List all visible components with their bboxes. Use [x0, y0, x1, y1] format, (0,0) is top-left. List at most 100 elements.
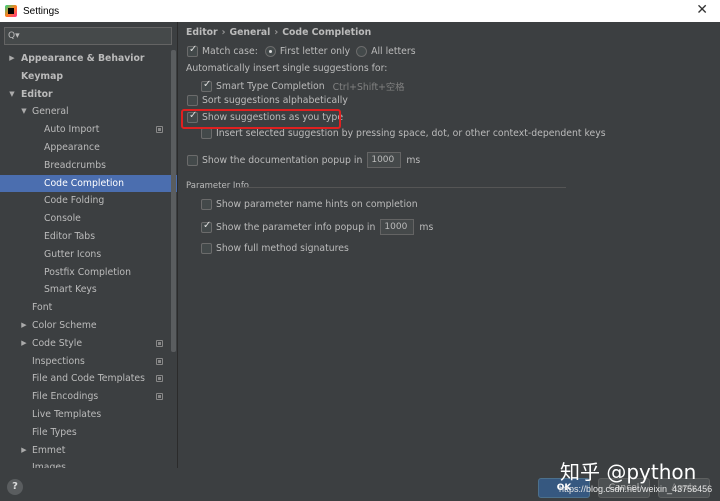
- smart-type-label: Smart Type Completion: [216, 80, 325, 92]
- help-icon[interactable]: ?: [7, 479, 23, 495]
- sidebar-item-images[interactable]: Images: [0, 459, 177, 468]
- settings-tree: ▶ Appearance & Behavior Keymap ▼ Editor ▼ Gene…: [0, 50, 177, 468]
- doc-popup-delay-input[interactable]: 1000: [367, 152, 402, 168]
- sidebar-item-label: Emmet: [32, 444, 66, 456]
- sidebar-item-label: File Types: [32, 426, 77, 438]
- breadcrumb-code-completion: Code Completion: [282, 27, 372, 38]
- sidebar-item-label: Appearance: [44, 141, 100, 153]
- param-info-popup-label: Show the parameter info popup in: [216, 221, 376, 233]
- breadcrumb-general: General: [229, 27, 271, 38]
- sidebar-item-appearance-behavior[interactable]: ▶ Appearance & Behavior: [0, 50, 177, 68]
- sidebar-item-label: File and Code Templates: [32, 373, 145, 385]
- parameter-info-heading: Parameter Info: [186, 181, 250, 191]
- sidebar-item-breadcrumbs[interactable]: Breadcrumbs: [0, 157, 177, 175]
- insert-selected-label: Insert selected suggestion by pressing s…: [216, 128, 606, 139]
- search-icon[interactable]: Q▾: [8, 31, 20, 41]
- sidebar-item-label: Images: [32, 462, 66, 468]
- sidebar-item-label: Breadcrumbs: [44, 159, 106, 171]
- sidebar-item-code-completion[interactable]: Code Completion: [0, 174, 177, 193]
- project-settings-icon: [156, 393, 163, 401]
- search-box[interactable]: Q▾: [4, 27, 172, 45]
- param-info-unit: ms: [419, 221, 434, 233]
- sidebar-item-smart-keys[interactable]: Smart Keys: [0, 281, 177, 299]
- param-info-popup-row: Show the parameter info popup in 1000 ms: [201, 219, 433, 235]
- expand-arrow-right-icon[interactable]: ▶: [8, 50, 16, 68]
- sidebar-item-auto-import[interactable]: Auto Import: [0, 121, 177, 139]
- sidebar-item-label: Keymap: [21, 70, 64, 82]
- param-info-delay-input[interactable]: 1000: [380, 219, 415, 235]
- doc-popup-checkbox[interactable]: [187, 154, 198, 166]
- sidebar-item-label: Smart Keys: [44, 284, 97, 296]
- highlight-annotation-box: [181, 109, 341, 129]
- sidebar-item-label: Postfix Completion: [44, 266, 132, 278]
- section-divider: [236, 187, 566, 188]
- sidebar-item-label: Code Folding: [44, 195, 105, 207]
- search-input[interactable]: [23, 31, 154, 41]
- project-settings-icon: [156, 357, 163, 365]
- sidebar-item-color-scheme[interactable]: ▶ Color Scheme: [0, 317, 177, 335]
- sidebar-item-label: Font: [32, 302, 53, 314]
- auto-insert-label: Automatically insert single suggestions …: [186, 63, 388, 74]
- expand-arrow-right-icon[interactable]: ▶: [20, 317, 28, 335]
- app-icon: [5, 5, 17, 17]
- sidebar-item-editor-tabs[interactable]: Editor Tabs: [0, 228, 177, 246]
- sidebar-item-file-encodings[interactable]: File Encodings: [0, 388, 177, 406]
- sidebar-item-label: File Encodings: [32, 391, 99, 403]
- first-letter-label: First letter only: [279, 46, 351, 57]
- settings-sidebar: Q▾ ▶ Appearance & Behavior Keymap ▼ Editor ▼ G…: [0, 22, 178, 468]
- zhihu-watermark: 知乎 @python: [560, 460, 697, 484]
- sidebar-item-label: Code Style: [32, 337, 83, 349]
- sidebar-item-label: Editor Tabs: [44, 230, 96, 242]
- settings-content: Editor › General › Code Completion Match…: [179, 22, 720, 468]
- param-name-hints-label: Show parameter name hints on completion: [216, 199, 418, 210]
- sidebar-item-font[interactable]: Font: [0, 299, 177, 317]
- all-letters-label: All letters: [371, 46, 416, 57]
- sidebar-item-inspections[interactable]: Inspections: [0, 353, 177, 371]
- sidebar-item-file-and-code-templates[interactable]: File and Code Templates: [0, 370, 177, 388]
- expand-arrow-right-icon[interactable]: ▶: [20, 442, 28, 460]
- breadcrumb-editor: Editor: [186, 27, 218, 38]
- expand-arrow-right-icon[interactable]: ▶: [20, 335, 28, 353]
- sidebar-item-console[interactable]: Console: [0, 210, 177, 228]
- full-signatures-label: Show full method signatures: [216, 243, 349, 254]
- doc-popup-row: Show the documentation popup in 1000 ms: [187, 152, 420, 168]
- sidebar-item-live-templates[interactable]: Live Templates: [0, 406, 177, 424]
- sidebar-item-emmet[interactable]: ▶ Emmet: [0, 442, 177, 460]
- match-case-checkbox[interactable]: [187, 44, 198, 57]
- expand-arrow-down-icon[interactable]: ▼: [20, 103, 28, 121]
- smart-type-checkbox[interactable]: [201, 79, 212, 92]
- sidebar-item-gutter-icons[interactable]: Gutter Icons: [0, 246, 177, 264]
- sidebar-item-editor[interactable]: ▼ Editor: [0, 86, 177, 104]
- sidebar-item-label: Console: [44, 213, 81, 225]
- sidebar-item-code-folding[interactable]: Code Folding: [0, 192, 177, 210]
- first-letter-radio[interactable]: [264, 46, 276, 57]
- full-signatures-checkbox[interactable]: [201, 243, 212, 254]
- sidebar-item-file-types[interactable]: File Types: [0, 424, 177, 442]
- doc-popup-unit: ms: [406, 154, 421, 166]
- title-bar: Settings ✕: [0, 0, 720, 22]
- param-name-hints-checkbox[interactable]: [201, 199, 212, 210]
- sort-alpha-checkbox[interactable]: [187, 95, 198, 106]
- expand-arrow-down-icon[interactable]: ▼: [8, 86, 16, 104]
- sidebar-item-label: General: [32, 106, 69, 118]
- param-name-hints-row: Show parameter name hints on completion: [201, 199, 418, 210]
- insert-selected-row: Insert selected suggestion by pressing s…: [201, 128, 606, 139]
- breadcrumb-separator: ›: [274, 27, 279, 38]
- breadcrumb-separator: ›: [221, 27, 226, 38]
- sidebar-item-postfix-completion[interactable]: Postfix Completion: [0, 264, 177, 282]
- sidebar-scrollbar[interactable]: [171, 50, 176, 352]
- sidebar-item-label: Editor: [21, 88, 53, 100]
- sidebar-item-appearance[interactable]: Appearance: [0, 139, 177, 157]
- close-icon[interactable]: ✕: [696, 2, 708, 18]
- all-letters-radio[interactable]: [356, 46, 368, 57]
- doc-popup-label: Show the documentation popup in: [202, 154, 363, 166]
- smart-type-shortcut: Ctrl+Shift+空格: [332, 82, 405, 93]
- param-info-popup-checkbox[interactable]: [201, 220, 212, 233]
- sidebar-item-keymap[interactable]: Keymap: [0, 68, 177, 86]
- insert-selected-checkbox[interactable]: [201, 128, 212, 139]
- csdn-url-watermark: https://blog.csdn.net/weixin_43756456: [559, 484, 713, 494]
- window-title: Settings: [23, 5, 60, 17]
- project-settings-icon: [156, 126, 163, 134]
- sidebar-item-general[interactable]: ▼ General: [0, 103, 177, 121]
- sidebar-item-code-style[interactable]: ▶ Code Style: [0, 335, 177, 353]
